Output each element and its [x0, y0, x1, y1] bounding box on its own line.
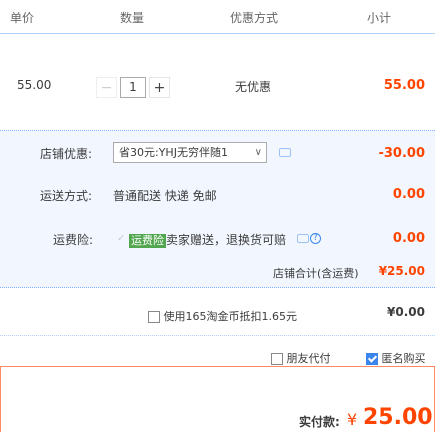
- coin-checkbox[interactable]: [148, 311, 160, 323]
- anonymous-checkbox[interactable]: [366, 353, 378, 365]
- item-price: 55.00: [17, 78, 52, 92]
- total-label: 实付款:: [299, 415, 340, 429]
- col-header-subtotal: 小计: [367, 11, 392, 25]
- coin-deduct-row: 使用165淘金币抵扣1.65元 ¥0.00: [0, 288, 435, 336]
- help-icon[interactable]: ?: [310, 233, 321, 244]
- anonymous-label: 匿名购买: [381, 352, 426, 365]
- friend-pay-checkbox[interactable]: [271, 353, 283, 365]
- item-subtotal: 55.00: [383, 78, 425, 93]
- total-amount: 25.00: [363, 405, 433, 430]
- shipping-label: 运送方式:: [40, 189, 93, 203]
- shop-total-value: ¥25.00: [378, 264, 425, 278]
- chat-icon[interactable]: [297, 234, 309, 243]
- quantity-minus-button[interactable]: −: [96, 77, 117, 98]
- shop-discount-amount: -30.00: [378, 146, 425, 161]
- col-header-promo: 优惠方式: [230, 11, 279, 25]
- insurance-label: 运费险:: [53, 233, 94, 247]
- coin-label: 使用165淘金币抵扣1.65元: [163, 310, 298, 323]
- quantity-plus-button[interactable]: +: [149, 77, 170, 98]
- shop-discount-select-value: 省30元:YHJ无穷伴随1: [119, 146, 228, 159]
- item-promo: 无优惠: [235, 80, 272, 94]
- insurance-info: 运费险 卖家赠送，退换货可赔: [129, 231, 286, 248]
- insurance-tag: 运费险: [129, 234, 166, 248]
- payment-total-box: 实付款: ¥ 25.00: [0, 366, 435, 432]
- shop-summary-panel: 店铺优惠: 省30元:YHJ无穷伴随1 ∨ -30.00 运送方式: 普通配送 …: [0, 130, 435, 288]
- order-item-row: 55.00: [0, 34, 435, 130]
- coin-option[interactable]: 使用165淘金币抵扣1.65元: [148, 308, 297, 324]
- friend-pay-option[interactable]: 朋友代付: [271, 350, 331, 366]
- col-header-price: 单价: [10, 11, 35, 25]
- insurance-check-icon: ✓: [117, 233, 126, 244]
- shipping-value: 普通配送 快递 免邮: [113, 189, 217, 203]
- total-currency: ¥: [347, 410, 358, 429]
- chat-icon[interactable]: [279, 148, 291, 157]
- coin-amount: ¥0.00: [387, 305, 425, 319]
- shop-total-label: 店铺合计(含运费): [273, 267, 359, 280]
- col-header-qty: 数量: [120, 11, 145, 25]
- shipping-amount: 0.00: [392, 187, 425, 202]
- order-table-header: 单价 数量 优惠方式 小计: [0, 0, 435, 34]
- shop-discount-select[interactable]: 省30元:YHJ无穷伴随1 ∨: [113, 142, 267, 163]
- anonymous-option[interactable]: 匿名购买: [366, 350, 426, 366]
- insurance-text: 卖家赠送，退换货可赔: [166, 233, 287, 247]
- chevron-down-icon: ∨: [254, 147, 262, 158]
- shop-discount-label: 店铺优惠:: [40, 147, 93, 161]
- insurance-amount: 0.00: [392, 231, 425, 246]
- quantity-input[interactable]: 1: [120, 77, 146, 98]
- quantity-stepper: − 1 +: [96, 77, 170, 98]
- friend-pay-label: 朋友代付: [286, 352, 331, 365]
